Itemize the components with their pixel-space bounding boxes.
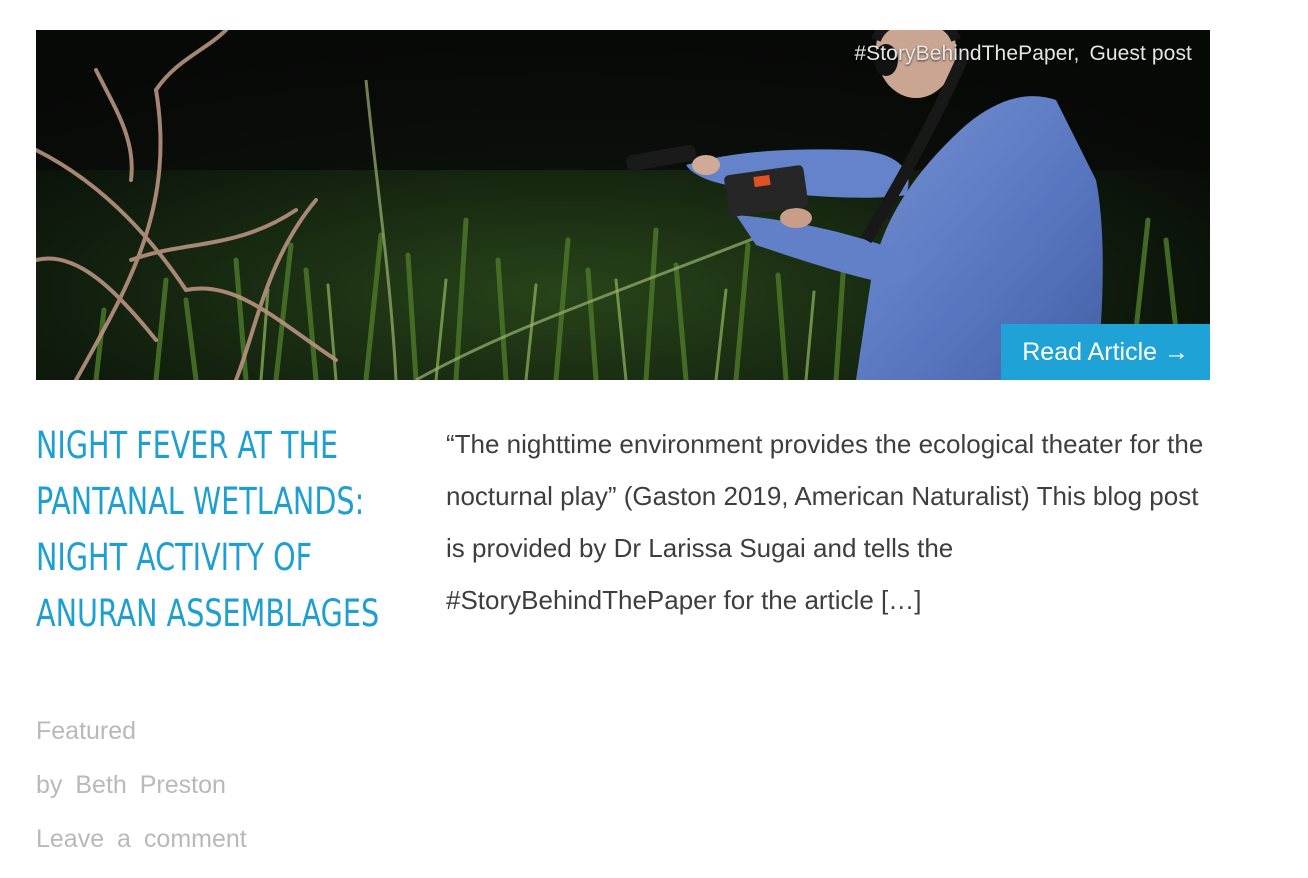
comments-row: Leave a comment	[36, 812, 247, 866]
post-meta: Featured by Beth Preston Leave a comment	[36, 704, 247, 866]
post-excerpt: “The nighttime environment provides the …	[446, 429, 1204, 615]
featured-image[interactable]: #StoryBehindThePaper, Guest post Read Art…	[36, 30, 1210, 380]
category-link-guest-post[interactable]: Guest post	[1089, 42, 1192, 65]
post-byline: by Beth Preston	[36, 758, 247, 812]
post-title[interactable]: Night fever at the Pantanal wetlands: ni…	[36, 418, 406, 642]
category-link-story-behind-the-paper[interactable]: #StoryBehindThePaper,	[854, 42, 1079, 65]
byline-prefix: by	[36, 771, 63, 799]
leave-comment-link[interactable]: Leave a comment	[36, 825, 247, 853]
post-categories: #StoryBehindThePaper, Guest post	[854, 42, 1192, 66]
post-title-link[interactable]: Night fever at the Pantanal wetlands: ni…	[36, 424, 379, 635]
post-category-row: Featured	[36, 704, 247, 758]
author-link[interactable]: Beth Preston	[75, 771, 226, 799]
featured-category-link[interactable]: Featured	[36, 717, 136, 745]
read-article-button[interactable]: Read Article →	[1001, 324, 1210, 380]
